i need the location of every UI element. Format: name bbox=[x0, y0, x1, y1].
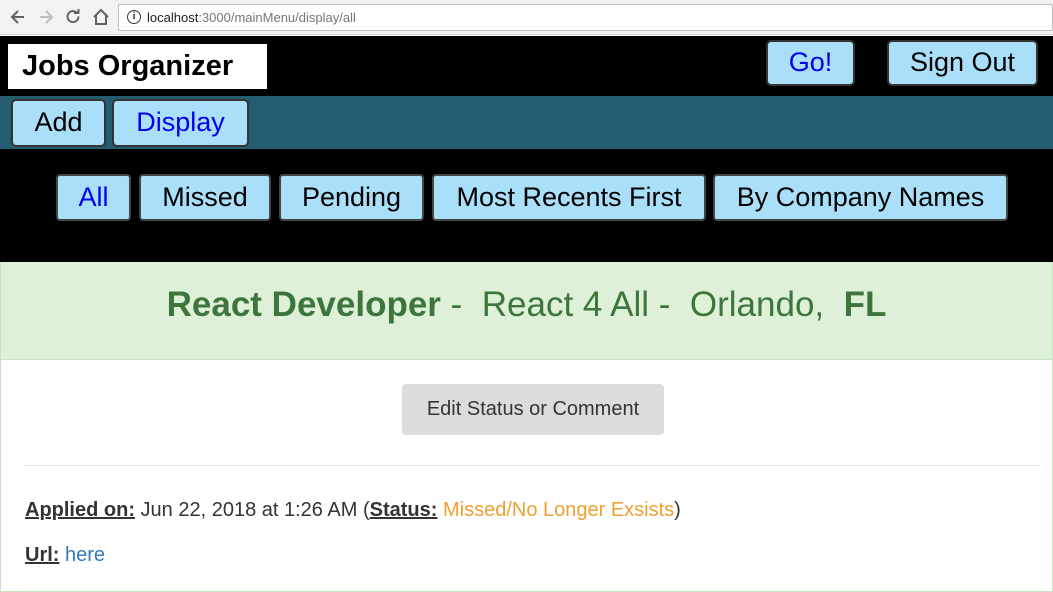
sign-out-button[interactable]: Sign Out bbox=[887, 40, 1038, 86]
divider bbox=[25, 465, 1041, 466]
url-link[interactable]: here bbox=[65, 544, 105, 566]
filter-pending-button[interactable]: Pending bbox=[279, 174, 424, 221]
app-header: Jobs Organizer Go! Sign Out bbox=[0, 36, 1053, 96]
edit-status-button[interactable]: Edit Status or Comment bbox=[402, 384, 664, 435]
applied-label: Applied on: bbox=[25, 499, 135, 521]
filter-bar: All Missed Pending Most Recents First By… bbox=[0, 149, 1053, 262]
go-button[interactable]: Go! bbox=[766, 40, 855, 86]
job-state: FL bbox=[843, 285, 887, 324]
status-value: Missed/No Longer Exsists bbox=[442, 499, 675, 521]
url-path: :3000/mainMenu/display/all bbox=[198, 10, 356, 25]
status-label: Status: bbox=[369, 499, 438, 521]
filter-most-recent-button[interactable]: Most Recents First bbox=[432, 174, 706, 221]
filter-missed-button[interactable]: Missed bbox=[139, 174, 271, 221]
job-heading: React Developer - React 4 All - Orlando,… bbox=[1, 262, 1052, 360]
job-city: Orlando, bbox=[689, 285, 825, 324]
applied-line: Applied on: Jun 22, 2018 at 1:26 AM (Sta… bbox=[25, 499, 681, 522]
filter-company-names-button[interactable]: By Company Names bbox=[713, 174, 1008, 221]
url-host: localhost bbox=[147, 10, 199, 25]
url-line: Url: here bbox=[25, 544, 105, 567]
job-title: React Developer bbox=[166, 285, 441, 324]
display-button[interactable]: Display bbox=[112, 99, 249, 147]
separator: - bbox=[649, 285, 690, 324]
sub-navigation: Add Display bbox=[0, 96, 1053, 149]
job-company: React 4 All bbox=[481, 285, 650, 324]
separator bbox=[824, 285, 843, 324]
add-button[interactable]: Add bbox=[11, 99, 106, 147]
paren: ( bbox=[362, 499, 370, 521]
forward-arrow-icon[interactable] bbox=[36, 7, 56, 27]
applied-date: Jun 22, 2018 at 1:26 AM bbox=[140, 499, 358, 521]
url-text: localhost:3000/mainMenu/display/all bbox=[147, 10, 356, 25]
back-arrow-icon[interactable] bbox=[8, 7, 28, 27]
url-label: Url: bbox=[25, 544, 60, 566]
browser-toolbar: i localhost:3000/mainMenu/display/all bbox=[0, 0, 1053, 35]
address-bar[interactable]: i localhost:3000/mainMenu/display/all bbox=[118, 4, 1053, 31]
paren: ) bbox=[674, 499, 681, 521]
reload-icon[interactable] bbox=[63, 7, 83, 27]
info-icon[interactable]: i bbox=[127, 10, 141, 24]
filter-all-button[interactable]: All bbox=[56, 174, 131, 221]
app-title: Jobs Organizer bbox=[8, 44, 267, 89]
job-panel: React Developer - React 4 All - Orlando,… bbox=[0, 262, 1053, 592]
home-icon[interactable] bbox=[91, 7, 111, 27]
separator: - bbox=[440, 285, 482, 324]
